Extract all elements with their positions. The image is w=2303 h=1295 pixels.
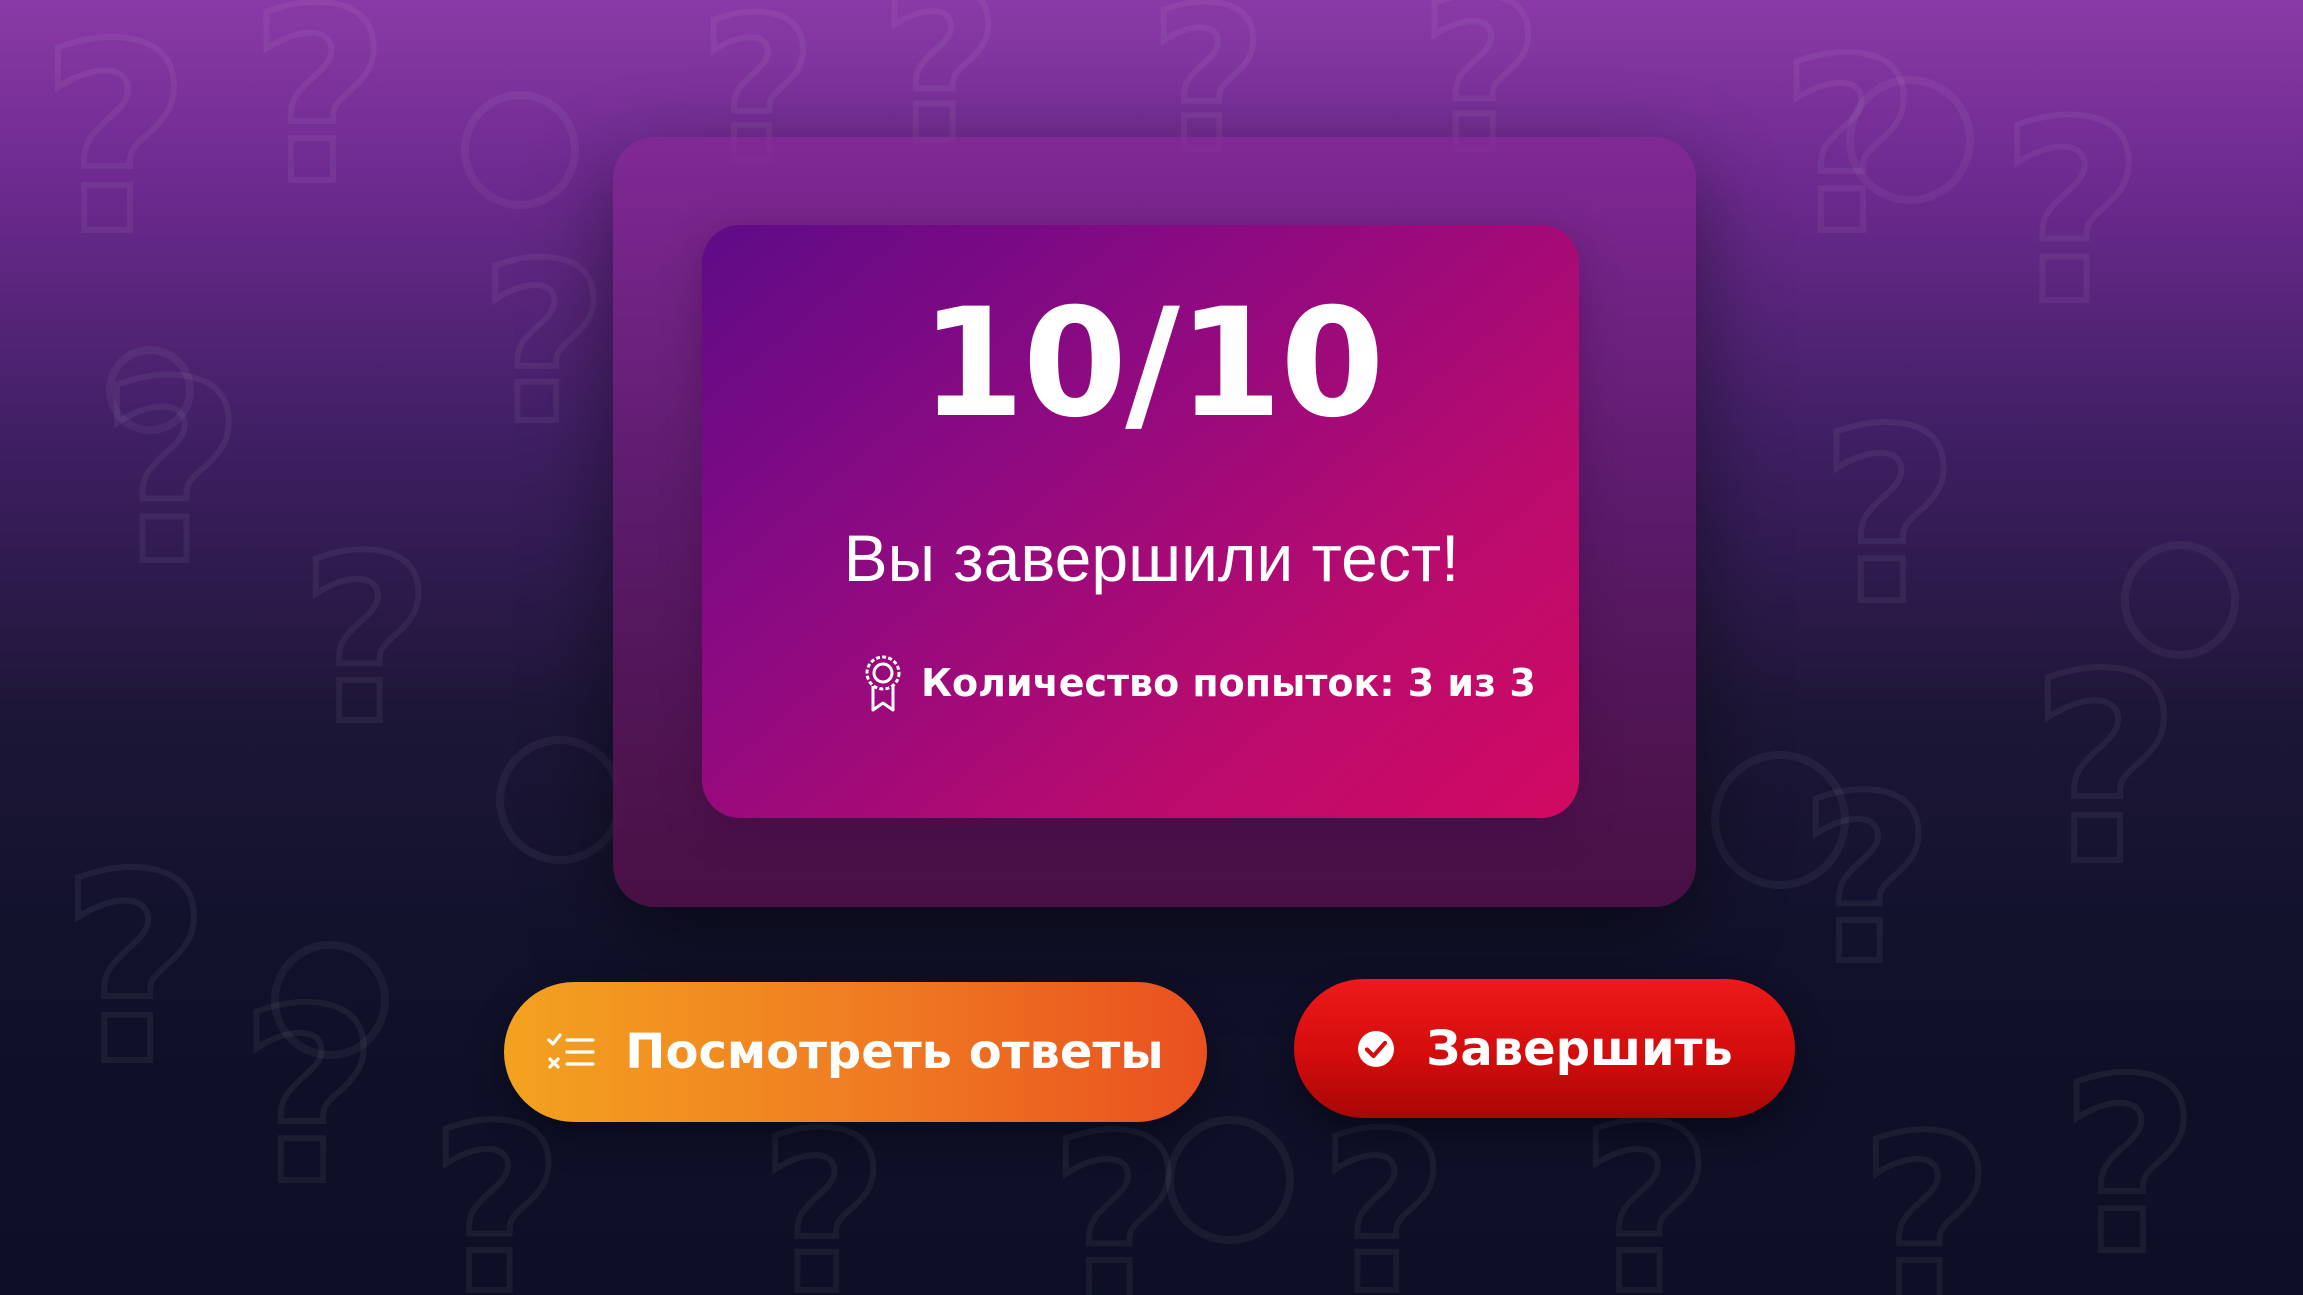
- checklist-icon: [547, 1032, 595, 1072]
- svg-text:?: ?: [60, 820, 211, 1122]
- svg-text:?: ?: [2030, 620, 2181, 922]
- finish-label: Завершить: [1426, 1020, 1733, 1077]
- view-answers-label: Посмотреть ответы: [625, 1024, 1164, 1080]
- attempts-info: Количество попыток: 3 из 3: [857, 650, 1536, 716]
- svg-text:?: ?: [250, 0, 389, 237]
- score-value: 10/10: [920, 277, 1384, 451]
- finish-button[interactable]: Завершить: [1294, 979, 1795, 1118]
- attempts-count: Количество попыток: 3 из 3: [921, 661, 1536, 705]
- svg-text:?: ?: [240, 957, 379, 1237]
- svg-text:?: ?: [1800, 748, 1933, 1015]
- award-ribbon-icon: [857, 650, 909, 716]
- svg-text:?: ?: [40, 0, 191, 292]
- completion-message: Вы завершили тест!: [843, 521, 1460, 595]
- check-circle-icon: [1356, 1029, 1396, 1069]
- view-answers-button[interactable]: Посмотреть ответы: [504, 982, 1207, 1122]
- svg-text:?: ?: [2060, 1027, 2199, 1295]
- svg-text:?: ?: [1860, 1088, 1993, 1295]
- svg-text:?: ?: [1780, 7, 1919, 287]
